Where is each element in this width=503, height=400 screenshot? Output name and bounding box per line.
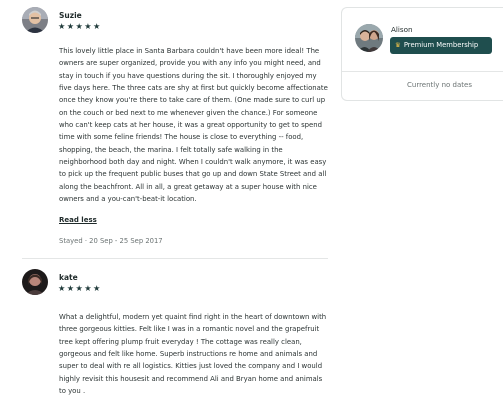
rating-stars: ★★★★★ — [58, 283, 102, 293]
owner-name: Alison — [391, 25, 413, 34]
review-header: kate ★★★★★ — [22, 269, 328, 299]
review-card: Suzie ★★★★★ This lovely little place in … — [22, 7, 328, 245]
avatar — [22, 7, 48, 33]
avatar — [22, 269, 48, 295]
premium-membership-badge[interactable]: ♛ Premium Membership — [390, 37, 492, 54]
review-divider — [22, 258, 328, 259]
owner-avatar — [355, 24, 383, 52]
crown-icon: ♛ — [395, 41, 401, 49]
reviewer-name: Suzie — [59, 11, 82, 20]
card-divider — [342, 71, 503, 72]
availability-dates: Currently no dates — [407, 81, 472, 89]
read-less-link[interactable]: Read less — [59, 216, 97, 224]
stay-dates: Stayed · 20 Sep - 25 Sep 2017 — [59, 237, 163, 245]
reviewer-name: kate — [59, 273, 78, 282]
membership-label: Premium Membership — [403, 41, 479, 49]
rating-stars: ★★★★★ — [58, 21, 102, 31]
review-card: kate ★★★★★ What a delightful, modern yet… — [22, 269, 328, 395]
review-text: What a delightful, modern yet quaint fin… — [59, 313, 327, 396]
review-text: This lovely little place in Santa Barbar… — [59, 47, 328, 204]
owner-card: Alison ♛ Premium Membership Currently no … — [341, 7, 503, 101]
review-header: Suzie ★★★★★ — [22, 7, 328, 37]
